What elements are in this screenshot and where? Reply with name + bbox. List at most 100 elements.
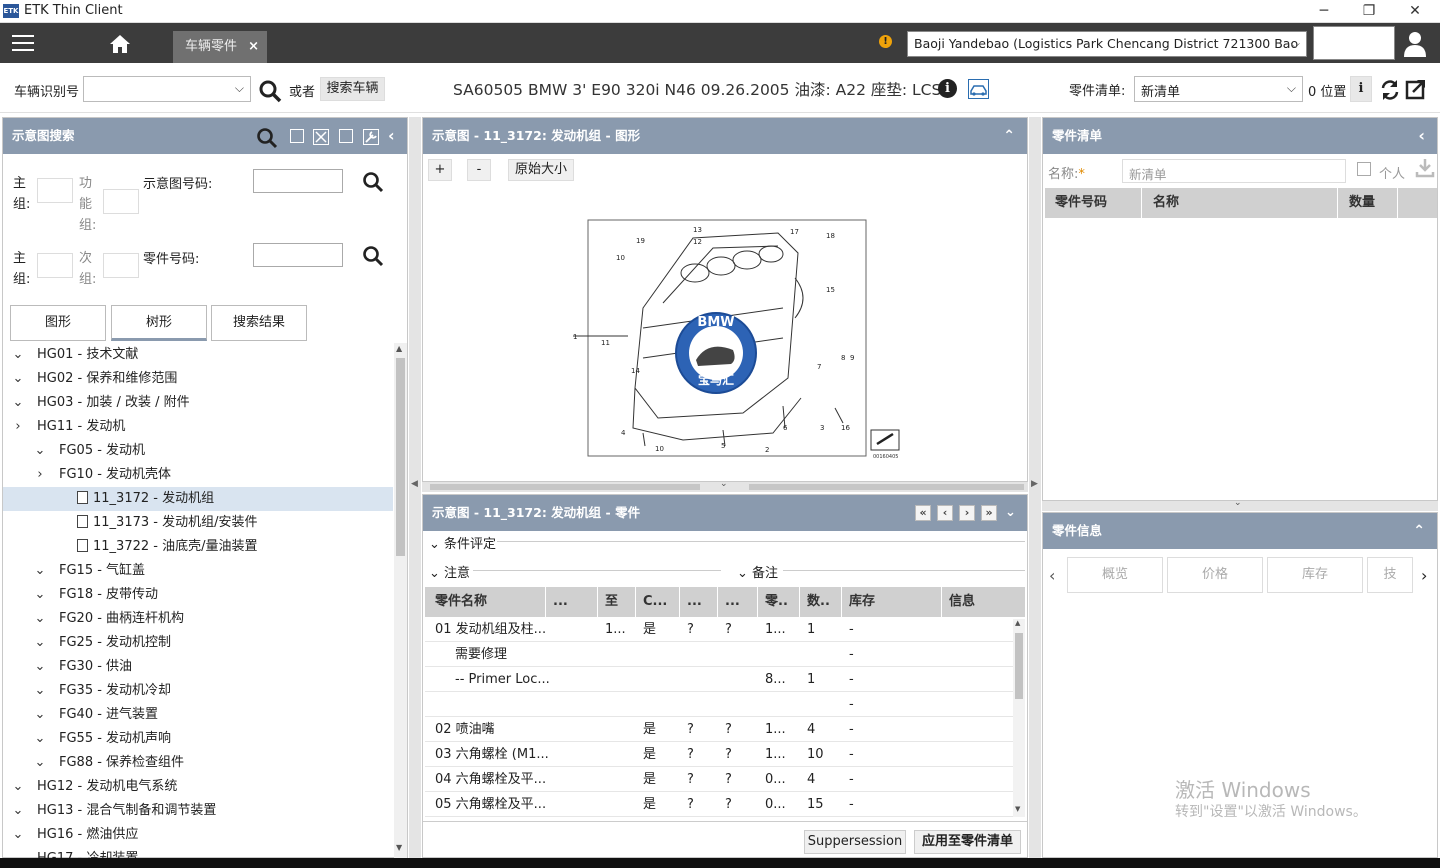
maximize-button[interactable]: ❐ <box>1346 0 1392 23</box>
chevron-down-icon[interactable]: ⌄ <box>33 583 47 607</box>
main-group-input[interactable] <box>37 178 73 203</box>
parts-col-header[interactable]: C... <box>643 587 683 617</box>
parts-col-header[interactable]: 库存 <box>849 587 945 617</box>
tree-item[interactable]: ⌄ HG01 - 技术文献 <box>3 343 393 367</box>
home-icon[interactable] <box>108 33 132 55</box>
export-icon[interactable] <box>1405 78 1427 100</box>
tree-item[interactable]: ⌄ HG16 - 燃油供应 <box>3 823 393 847</box>
parts-col-header[interactable]: 至 <box>605 587 639 617</box>
tab-technical[interactable]: 技 <box>1367 557 1413 593</box>
tree-item[interactable]: ⌄ FG15 - 气缸盖 <box>3 559 393 583</box>
tree-item[interactable]: ⌄ FG05 - 发动机 <box>3 439 393 463</box>
parts-col-header[interactable]: ... <box>553 587 599 617</box>
remarks-toggle[interactable]: ⌄ 备注 <box>737 562 778 581</box>
chevron-down-icon[interactable]: ⌄ <box>33 703 47 727</box>
tab-search-results[interactable]: 搜索结果 <box>211 305 307 341</box>
checkbox-icon[interactable] <box>339 129 353 143</box>
table-row[interactable]: 需要修理 - <box>425 642 1015 667</box>
first-page-button[interactable]: « <box>915 505 931 521</box>
col-part-number[interactable]: 零件号码 <box>1055 188 1107 218</box>
refresh-icon[interactable] <box>1379 79 1401 101</box>
prev-page-button[interactable]: ‹ <box>937 505 953 521</box>
tree-item[interactable]: ⌄ HG03 - 加装 / 改装 / 附件 <box>3 391 393 415</box>
scroll-left-icon[interactable]: ‹ <box>1049 566 1055 585</box>
dealer-select[interactable]: Baoji Yandebao (Logistics Park Chencang … <box>907 31 1307 57</box>
chevron-down-icon[interactable]: ⌄ <box>33 655 47 679</box>
diagram-number-input[interactable] <box>253 169 343 193</box>
chevron-down-icon[interactable]: ⌄ <box>11 343 25 367</box>
vehicle-image-icon[interactable] <box>968 79 989 99</box>
search-icon[interactable] <box>256 127 278 149</box>
tab-overview[interactable]: 概览 <box>1067 557 1163 593</box>
tree-item[interactable]: 11_3173 - 发动机组/安装件 <box>3 511 393 535</box>
chevron-right-icon[interactable]: › <box>33 463 47 487</box>
suppersession-button[interactable]: Suppersession <box>804 830 906 854</box>
search-icon[interactable] <box>362 171 384 193</box>
vin-select[interactable]: ⌵ <box>83 76 251 102</box>
table-row[interactable]: 01 发动机组及柱... 1... 是?? 1... 1 - <box>425 617 1015 642</box>
chevron-down-icon[interactable]: ⌄ <box>33 727 47 751</box>
chevron-down-icon[interactable]: ⌄ <box>11 367 25 391</box>
tab-graphic[interactable]: 图形 <box>10 305 106 341</box>
chevron-up-icon[interactable]: ⌃ <box>1413 513 1425 549</box>
tree-item[interactable]: ⌄ FG35 - 发动机冷却 <box>3 679 393 703</box>
chevron-down-icon[interactable]: ⌄ <box>11 823 25 847</box>
search-icon[interactable] <box>362 245 384 267</box>
function-group-input[interactable] <box>103 189 139 214</box>
tree-item[interactable]: ⌄ FG25 - 发动机控制 <box>3 631 393 655</box>
chevron-right-icon[interactable]: › <box>11 415 25 439</box>
hscroll-thumb-right[interactable] <box>749 484 1024 490</box>
collapse-panel-icon[interactable]: ‹ <box>1418 118 1425 154</box>
engine-block-diagram[interactable]: 13 12 19 17 18 10 15 1 11 14 8 9 7 4 10 … <box>573 218 903 460</box>
tree-item[interactable]: › FG10 - 发动机壳体 <box>3 463 393 487</box>
tree-item[interactable]: 11_3172 - 发动机组 <box>3 487 393 511</box>
parts-info-icon[interactable]: i <box>1350 76 1372 102</box>
chevron-down-icon[interactable]: ⌄ <box>1005 495 1016 531</box>
sub-group-input[interactable] <box>103 253 139 278</box>
table-row[interactable]: 05 六角螺栓及平... 是?? 0... 15 - <box>425 792 1015 817</box>
checkbox-icon[interactable] <box>290 129 304 143</box>
tree-item[interactable]: ⌄ FG88 - 保养检查组件 <box>3 751 393 775</box>
last-page-button[interactable]: » <box>981 505 997 521</box>
apply-to-parts-list-button[interactable]: 应用至零件清单 <box>914 830 1021 854</box>
splitter-arrow-icon[interactable]: ◀ <box>411 479 418 489</box>
tab-price[interactable]: 价格 <box>1167 557 1263 593</box>
notes-toggle[interactable]: ⌄ 注意 <box>429 562 470 581</box>
tree-item[interactable]: ⌄ FG20 - 曲柄连杆机构 <box>3 607 393 631</box>
scroll-up-icon[interactable]: ▲ <box>1015 619 1020 627</box>
tree-item[interactable]: ⌄ HG02 - 保养和维修范围 <box>3 367 393 391</box>
left-splitter[interactable]: ◀ <box>409 117 421 858</box>
chevron-down-icon[interactable]: ⌄ <box>720 479 728 489</box>
scroll-down-icon[interactable]: ▼ <box>1015 805 1020 813</box>
main-group-input-2[interactable] <box>37 253 73 278</box>
chevron-down-icon[interactable]: ⌄ <box>33 559 47 583</box>
tree-item[interactable]: ⌄ FG55 - 发动机声响 <box>3 727 393 751</box>
personal-checkbox[interactable] <box>1357 162 1371 176</box>
user-icon[interactable] <box>1402 30 1428 58</box>
chevron-down-icon[interactable]: ⌄ <box>11 799 25 823</box>
hamburger-menu-icon[interactable] <box>12 35 34 51</box>
expand-icon[interactable] <box>313 129 329 145</box>
zoom-out-button[interactable]: - <box>467 159 491 181</box>
parts-scrollbar[interactable]: ▲ ▼ <box>1013 619 1025 817</box>
chevron-down-icon[interactable]: ⌄ <box>33 607 47 631</box>
scroll-down-icon[interactable]: ▼ <box>396 843 402 852</box>
scroll-right-icon[interactable]: › <box>1421 566 1427 585</box>
scrollbar-thumb[interactable] <box>396 358 405 556</box>
info-icon[interactable]: i <box>938 79 957 98</box>
tab-stock[interactable]: 库存 <box>1267 557 1363 593</box>
table-row[interactable]: -- Primer Loc... 8... 1 - <box>425 667 1015 692</box>
parts-col-header[interactable]: ... <box>687 587 721 617</box>
tree-item[interactable]: ⌄ HG17 - 冷却装置 <box>3 847 393 858</box>
warning-icon[interactable]: ! <box>879 35 892 48</box>
search-icon[interactable] <box>258 79 282 103</box>
zoom-in-button[interactable]: + <box>428 159 452 181</box>
parts-col-header[interactable]: 信息 <box>949 587 1019 617</box>
col-name[interactable]: 名称 <box>1153 188 1179 218</box>
col-quantity[interactable]: 数量 <box>1349 188 1375 218</box>
table-row[interactable]: 02 喷油嘴 是?? 1... 4 - <box>425 717 1015 742</box>
collapse-panel-icon[interactable]: ‹ <box>388 118 395 154</box>
chevron-down-icon[interactable]: ⌄ <box>33 439 47 463</box>
close-window-button[interactable]: ✕ <box>1392 0 1438 23</box>
chevron-down-icon[interactable]: ⌄ <box>33 631 47 655</box>
